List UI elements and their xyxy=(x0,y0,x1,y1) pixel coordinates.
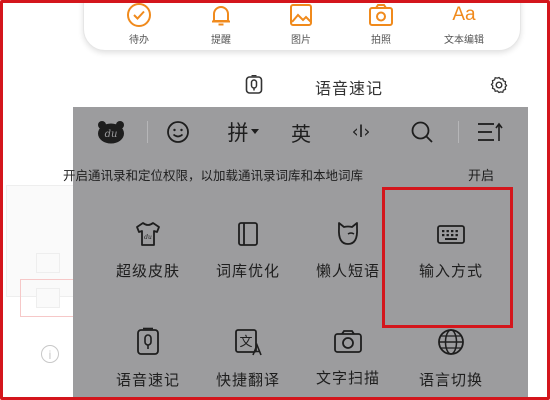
background-item-icon xyxy=(36,253,60,273)
voice-notes-header: 语音速记 xyxy=(73,63,528,107)
svg-text:du: du xyxy=(144,234,152,241)
text-format-icon: Aa xyxy=(452,4,476,25)
quick-item-image[interactable]: 图片 xyxy=(266,3,336,46)
svg-text:文: 文 xyxy=(239,335,252,350)
cursor-move-icon[interactable]: ‹I› xyxy=(341,117,381,147)
tile-label: 快捷翻译 xyxy=(215,371,280,389)
voice-note-icon xyxy=(137,327,159,355)
quick-item-label: 提醒 xyxy=(211,35,231,46)
tile-label: 文字扫描 xyxy=(315,369,380,387)
quick-item-camera[interactable]: 拍照 xyxy=(346,3,416,46)
du-logo-icon[interactable]: du xyxy=(95,117,127,147)
background-highlight xyxy=(20,279,74,317)
english-mode-label: 英 xyxy=(291,121,311,146)
info-icon: i xyxy=(41,345,59,363)
emoji-icon[interactable] xyxy=(163,117,193,147)
tile-lexicon-optimize[interactable]: 词库优化 xyxy=(198,220,298,281)
toolbar-divider xyxy=(458,121,459,143)
quick-item-reminder[interactable]: 提醒 xyxy=(186,3,256,46)
tile-label: 语言切换 xyxy=(418,371,483,389)
gear-icon[interactable] xyxy=(490,76,508,94)
quick-item-text-edit[interactable]: Aa 文本编辑 xyxy=(429,3,499,46)
toolbar-divider xyxy=(147,121,148,143)
tile-super-skin[interactable]: du 超级皮肤 xyxy=(98,220,198,281)
bell-icon xyxy=(212,6,230,26)
search-icon[interactable] xyxy=(407,117,437,147)
camera-icon xyxy=(369,4,393,26)
book-icon xyxy=(238,222,258,246)
quick-item-label: 文本编辑 xyxy=(444,35,484,46)
du-logo-text: du xyxy=(105,129,118,140)
pinyin-mode-label: 拼 xyxy=(227,121,249,145)
english-mode-button[interactable]: 英 xyxy=(286,117,316,147)
voice-notes-title: 语音速记 xyxy=(315,79,384,98)
tile-quick-translate[interactable]: 文 快捷翻译 xyxy=(198,327,298,390)
shirt-icon: du xyxy=(136,222,160,246)
globe-icon xyxy=(438,329,464,355)
tile-voice-notes[interactable]: 语音速记 xyxy=(98,327,198,390)
cat-icon xyxy=(338,222,358,245)
quick-item-label: 待办 xyxy=(129,35,149,46)
tile-text-scan[interactable]: 文字扫描 xyxy=(298,327,398,388)
quick-action-bar: 待办 提醒 图片 拍照 Aa 文本编辑 xyxy=(83,3,521,51)
tile-label: 词库优化 xyxy=(215,262,280,280)
microphone-icon[interactable] xyxy=(245,75,263,95)
quick-item-label: 图片 xyxy=(291,35,311,46)
menu-collapse-icon[interactable] xyxy=(473,117,507,147)
caret-down-icon xyxy=(250,129,259,134)
permission-notice: 开启通讯录和定位权限，以加载通讯录词库和本地词库 xyxy=(63,168,364,183)
camera-scan-icon xyxy=(334,330,362,353)
translate-icon: 文 xyxy=(235,329,262,356)
tile-label: 语音速记 xyxy=(115,371,180,389)
image-icon xyxy=(290,4,312,26)
screenshot-frame: i 待办 提醒 图片 拍照 Aa 文本编辑 语音速记 du 拼 英 ‹I› 开启… xyxy=(0,0,550,400)
enable-permission-button[interactable]: 开启 xyxy=(468,165,494,184)
quick-item-todo[interactable]: 待办 xyxy=(104,3,174,46)
pinyin-mode-button[interactable]: 拼 xyxy=(223,117,263,147)
tile-language-switch[interactable]: 语言切换 xyxy=(401,327,501,390)
background-app-panel xyxy=(6,63,74,397)
check-circle-icon xyxy=(127,3,151,27)
tile-label: 超级皮肤 xyxy=(115,262,180,280)
quick-item-label: 拍照 xyxy=(371,35,391,46)
highlight-box xyxy=(382,187,513,328)
